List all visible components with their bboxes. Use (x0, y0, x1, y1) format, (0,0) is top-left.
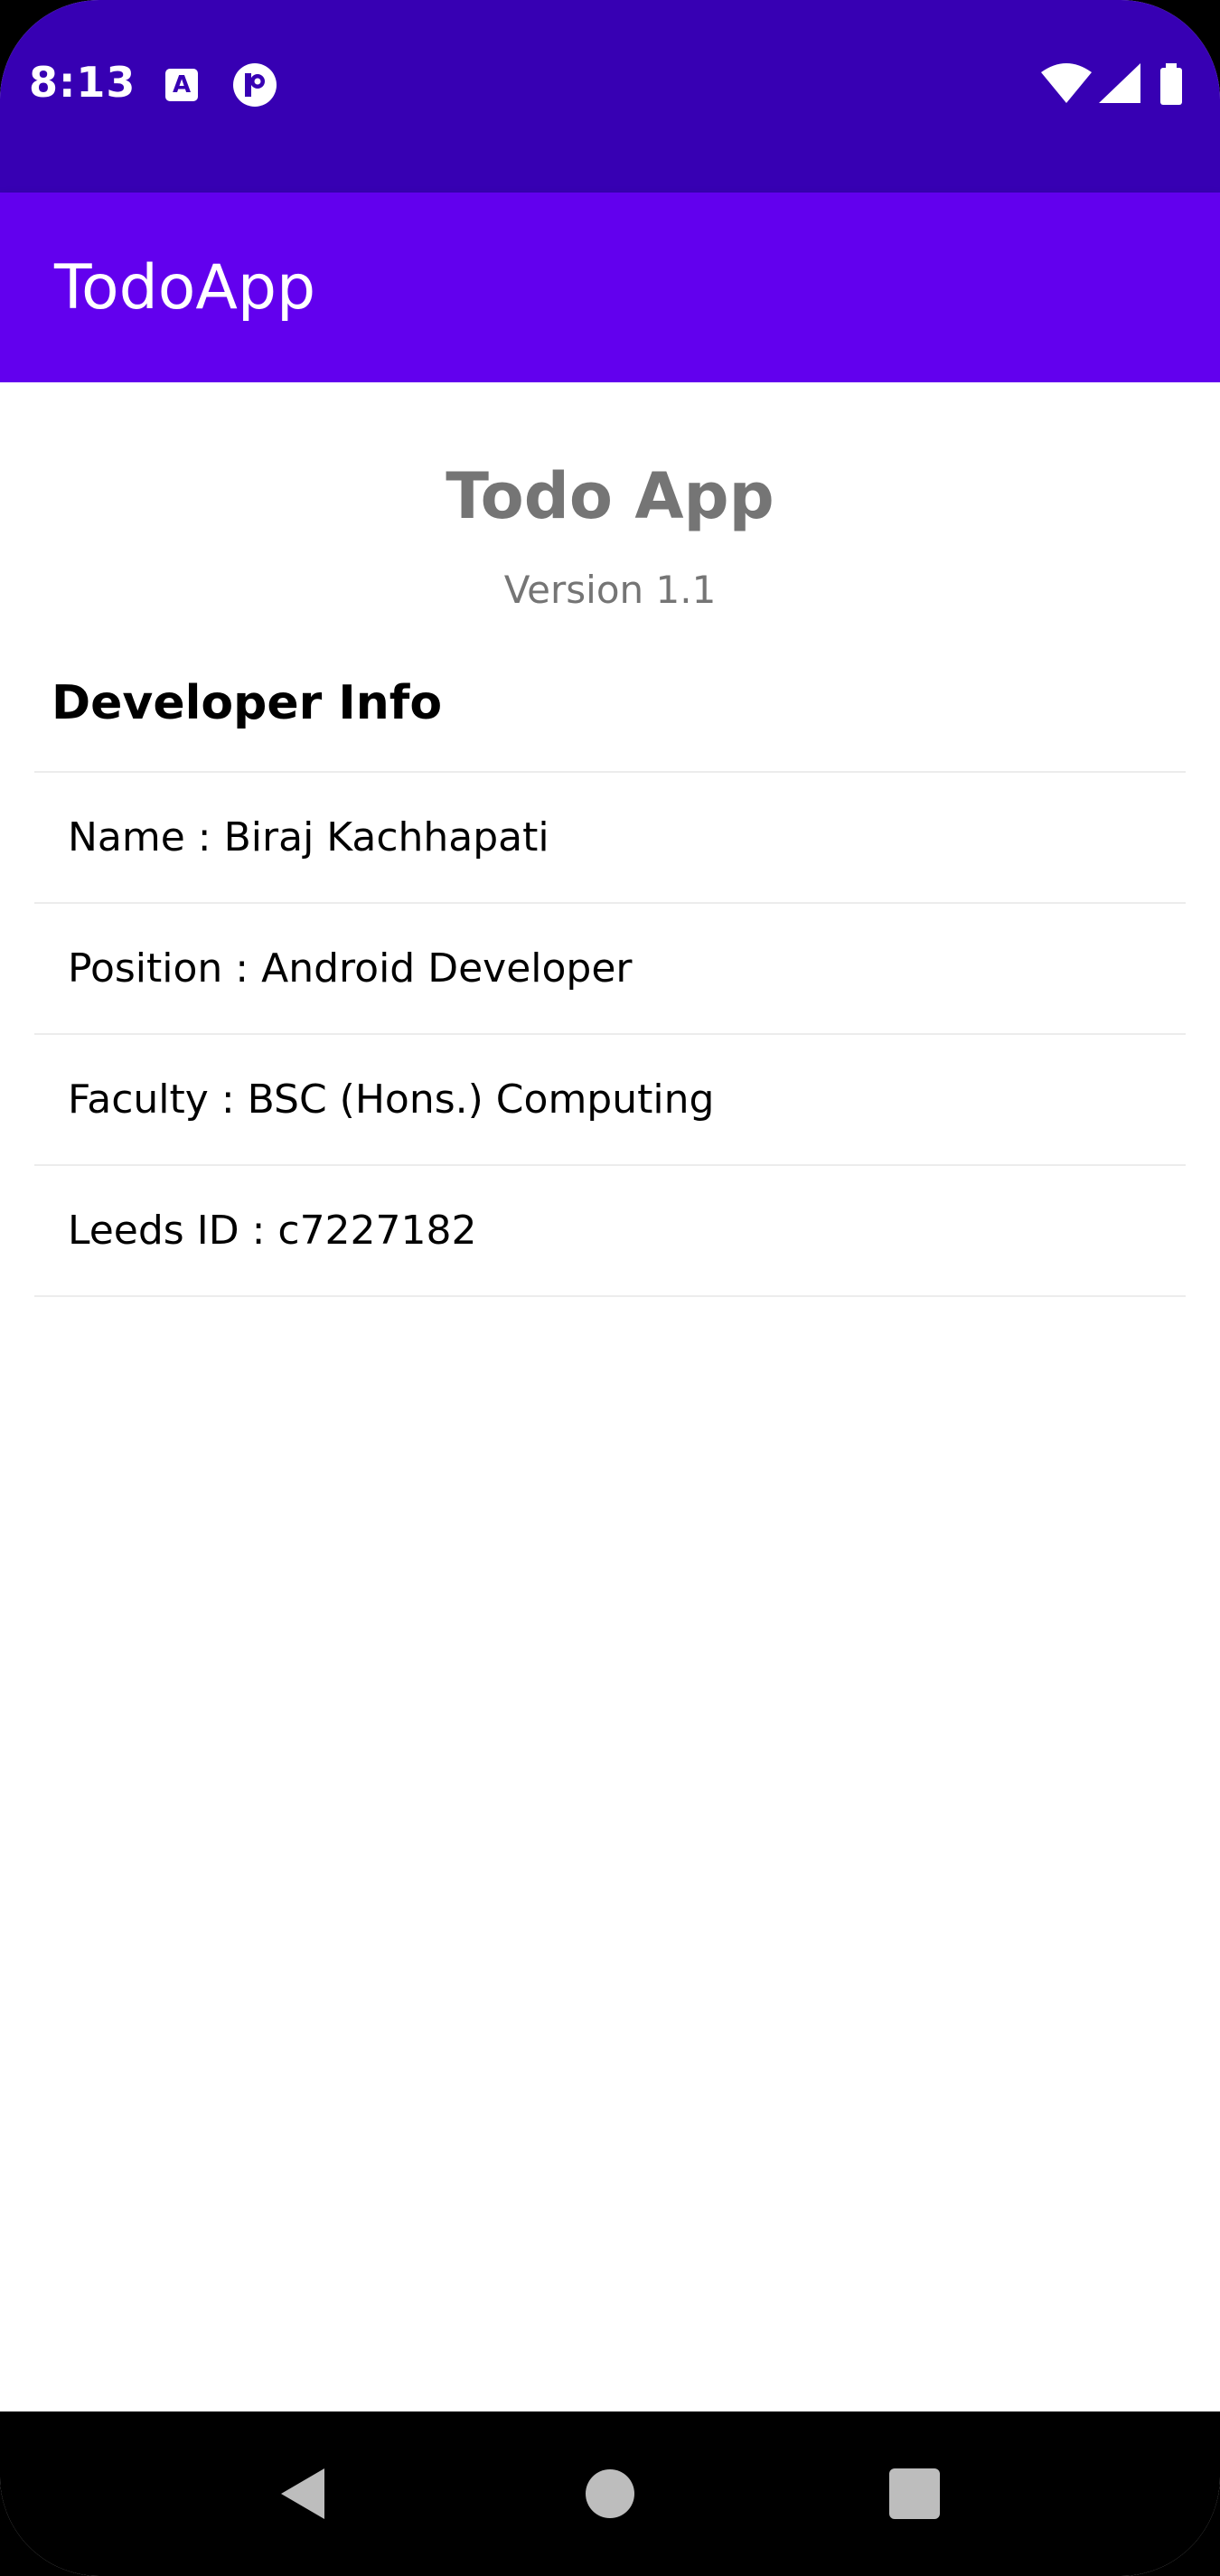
device-screen: 8:13 A TodoApp Todo App Version 1.1 Deve… (0, 0, 1220, 2576)
app-name: Todo App (446, 459, 774, 533)
app-bar: TodoApp (0, 193, 1220, 382)
status-time: 8:13 (29, 58, 136, 107)
home-icon (586, 2469, 634, 2518)
p-notification-icon (231, 61, 278, 108)
back-button[interactable] (230, 2411, 375, 2576)
battery-icon (1160, 63, 1182, 105)
recents-icon (889, 2468, 940, 2519)
info-row-name: Name : Biraj Kachhapati (34, 773, 1186, 904)
app-version: Version 1.1 (503, 568, 717, 612)
status-right-icons (1039, 60, 1193, 108)
developer-info-list: Name : Biraj Kachhapati Position : Andro… (34, 771, 1186, 1297)
info-row-leeds-id: Leeds ID : c7227182 (34, 1166, 1186, 1297)
wifi-icon (1041, 63, 1092, 103)
about-content: Todo App Version 1.1 Developer Info Name… (0, 382, 1220, 2411)
home-button[interactable] (538, 2411, 682, 2576)
status-bar: 8:13 A (0, 0, 1220, 193)
back-icon (281, 2468, 324, 2519)
navigation-bar (0, 2411, 1220, 2576)
recents-button[interactable] (842, 2411, 987, 2576)
app-bar-title: TodoApp (54, 252, 316, 324)
signal-icon (1099, 63, 1140, 103)
info-row-faculty: Faculty : BSC (Hons.) Computing (34, 1035, 1186, 1166)
info-row-position: Position : Android Developer (34, 904, 1186, 1035)
a-notification-icon: A (165, 69, 198, 101)
developer-info-heading: Developer Info (52, 676, 443, 730)
